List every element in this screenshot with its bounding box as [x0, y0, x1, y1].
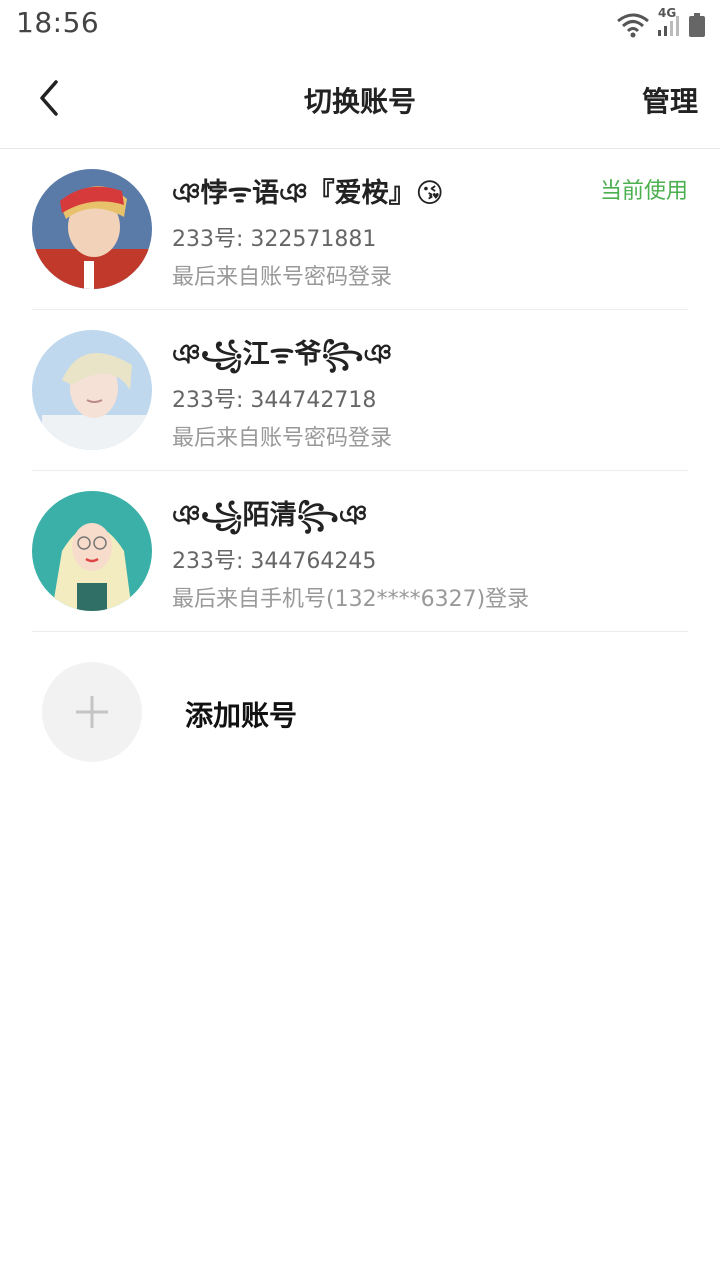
account-login-method: 最后来自账号密码登录 — [172, 426, 393, 451]
current-account-badge: 当前使用 — [599, 179, 688, 204]
account-name: ঞ悖ᯤ语ঞ『爱桉』😘 — [172, 178, 444, 209]
network-type-label: 4G — [658, 6, 677, 20]
header-bar: 切换账号 管理 — [0, 50, 720, 149]
battery-icon — [688, 12, 706, 38]
account-id: 233号: 344764245 — [172, 549, 377, 574]
wifi-icon — [616, 12, 650, 38]
add-account-button[interactable]: 添加账号 — [32, 632, 688, 792]
avatar — [32, 169, 152, 289]
add-account-circle — [42, 662, 142, 762]
plus-icon — [76, 696, 108, 728]
account-login-method: 最后来自手机号(132****6327)登录 — [172, 587, 530, 612]
account-list: ঞ悖ᯤ语ঞ『爱桉』😘 当前使用 233号: 322571881 最后来自账号密码… — [0, 149, 720, 632]
account-name: ঞ꧁陌清꧂ঞ — [172, 500, 368, 531]
signal-icon: 4G — [656, 6, 682, 38]
account-login-method: 最后来自账号密码登录 — [172, 265, 393, 290]
account-item[interactable]: ঞ꧁江ᯤ爷꧂ঞ 233号: 344742718 最后来自账号密码登录 — [32, 310, 688, 471]
account-id: 233号: 344742718 — [172, 388, 377, 413]
add-account-label: 添加账号 — [185, 699, 298, 732]
avatar — [32, 491, 152, 611]
status-icons: 4G — [616, 6, 706, 40]
account-name: ঞ꧁江ᯤ爷꧂ঞ — [172, 339, 393, 370]
status-bar: 18:56 4G — [0, 0, 720, 50]
avatar — [32, 330, 152, 450]
account-item[interactable]: ঞ悖ᯤ语ঞ『爱桉』😘 当前使用 233号: 322571881 最后来自账号密码… — [32, 149, 688, 310]
page-title: 切换账号 — [303, 85, 416, 118]
manage-button[interactable]: 管理 — [642, 80, 698, 120]
status-time: 18:56 — [16, 6, 100, 39]
account-item[interactable]: ঞ꧁陌清꧂ঞ 233号: 344764245 最后来自手机号(132****63… — [32, 471, 688, 632]
account-id: 233号: 322571881 — [172, 227, 377, 252]
